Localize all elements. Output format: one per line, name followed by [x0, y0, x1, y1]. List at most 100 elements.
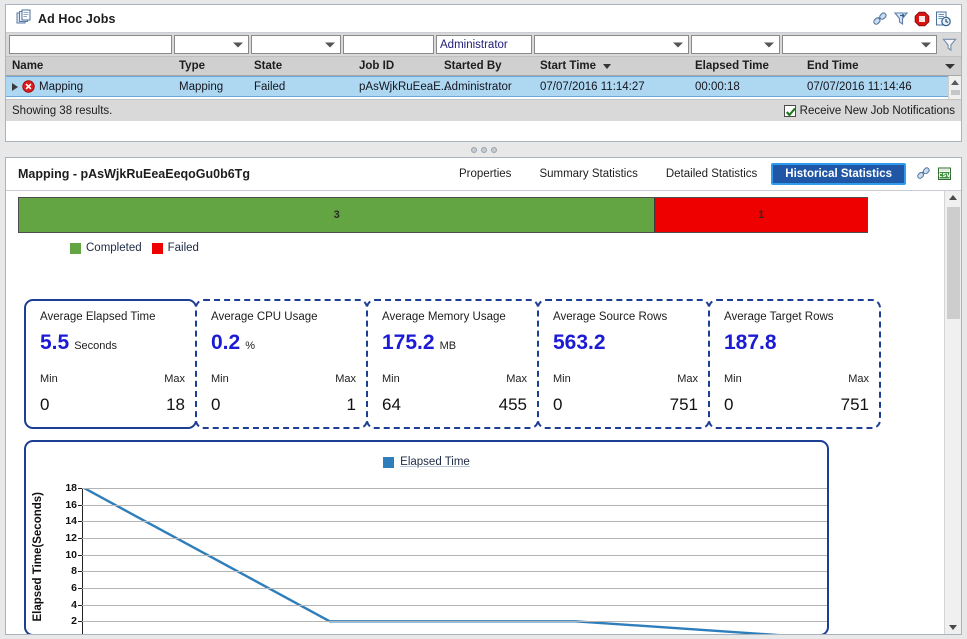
column-header-started-by[interactable]: Started By: [438, 57, 534, 75]
panel-titlebar: Ad Hoc Jobs: [6, 5, 961, 33]
filter-type-combo[interactable]: [174, 35, 249, 54]
funnel-icon[interactable]: [940, 35, 958, 55]
chevron-down-icon: [233, 42, 243, 47]
chart-y-tick-label: 2: [71, 615, 77, 627]
kpi-min-value: 0: [211, 395, 220, 415]
link-monitor-icon[interactable]: [872, 11, 888, 27]
cell-name: Mapping: [6, 77, 173, 96]
chart-series-elapsed-time: [82, 488, 827, 634]
cell-started-by: Administrator: [438, 77, 534, 96]
column-header-end-time[interactable]: End Time: [801, 57, 951, 75]
column-header-job-id[interactable]: Job ID: [353, 57, 438, 75]
kpi-max-value: 751: [841, 395, 869, 415]
kpi-max-value: 751: [670, 395, 698, 415]
kpi-value: 175.2: [382, 331, 435, 355]
chart-gridline: [82, 588, 827, 589]
splitter-dot: [491, 147, 497, 153]
panel-splitter[interactable]: [5, 143, 962, 157]
filter-row: [6, 33, 961, 57]
scrollbar-thumb[interactable]: [947, 207, 960, 319]
kpi-card-average-memory-usage[interactable]: Average Memory Usage 175.2 MB Min Max 64…: [366, 299, 539, 429]
column-header-type[interactable]: Type: [173, 57, 248, 75]
tab-historical-statistics[interactable]: Historical Statistics: [771, 163, 906, 185]
filter-apply-icon[interactable]: [893, 11, 909, 27]
grid-vertical-scrollbar[interactable]: [948, 76, 961, 99]
kpi-unit: %: [245, 340, 255, 352]
chevron-down-icon: [325, 42, 335, 47]
table-row[interactable]: Mapping Mapping Failed pAsWjkRuEeaE... A…: [6, 76, 961, 97]
kpi-card-average-elapsed-time[interactable]: Average Elapsed Time 5.5 Seconds Min Max…: [24, 299, 197, 429]
kpi-minmax-labels: Min Max: [40, 373, 185, 385]
grid-body: Mapping Mapping Failed pAsWjkRuEeaE... A…: [6, 76, 961, 99]
chart-legend: Elapsed Time: [26, 456, 827, 468]
bar-segment-failed[interactable]: 1: [654, 198, 867, 232]
legend-label-elapsed-time[interactable]: Elapsed Time: [400, 456, 470, 468]
expand-row-icon[interactable]: [12, 83, 18, 91]
job-history-icon[interactable]: [935, 11, 951, 27]
kpi-minmax-labels: Min Max: [211, 373, 356, 385]
kpi-value-group: 0.2 %: [211, 331, 352, 355]
filter-elapsed-combo[interactable]: [691, 35, 780, 54]
notify-checkbox[interactable]: [784, 105, 796, 117]
column-chooser-icon[interactable]: [945, 64, 955, 69]
kpi-unit: Seconds: [74, 340, 117, 352]
chart-y-tick-label: 14: [65, 515, 77, 527]
chart-y-tick-label: 18: [65, 482, 77, 494]
scroll-down-icon[interactable]: [949, 625, 957, 630]
stop-job-icon[interactable]: [914, 11, 930, 27]
filter-state-combo[interactable]: [251, 35, 341, 54]
chart-y-tickmark: [78, 605, 82, 606]
kpi-card-average-target-rows[interactable]: Average Target Rows 187.8 Min Max 0 751: [708, 299, 881, 429]
job-detail-panel: Mapping - pAsWjkRuEeaEeqoGu0b6Tg Propert…: [5, 157, 962, 635]
chart-y-tick-label: 10: [65, 549, 77, 561]
filter-jobid-input[interactable]: [343, 35, 434, 54]
kpi-title: Average CPU Usage: [211, 311, 352, 323]
cell-type: Mapping: [173, 77, 248, 96]
bar-segment-completed[interactable]: 3: [19, 198, 654, 232]
app-root: Ad Hoc Jobs: [0, 0, 967, 639]
panel-title-group: Ad Hoc Jobs: [10, 9, 116, 28]
chart-y-tickmark: [78, 588, 82, 589]
scroll-up-icon[interactable]: [951, 80, 959, 85]
tab-detailed-statistics[interactable]: Detailed Statistics: [652, 164, 771, 184]
legend-item-failed: Failed: [152, 242, 199, 254]
cell-state: Failed: [248, 77, 353, 96]
column-header-elapsed-time[interactable]: Elapsed Time: [689, 57, 801, 75]
kpi-value: 187.8: [724, 331, 777, 355]
notify-toggle-group[interactable]: Receive New Job Notifications: [784, 105, 955, 117]
export-csv-icon[interactable]: CSV: [937, 166, 953, 182]
chevron-down-icon: [673, 42, 683, 47]
filter-name-input[interactable]: [9, 35, 172, 54]
kpi-min-label: Min: [724, 373, 742, 385]
kpi-max-value: 455: [499, 395, 527, 415]
kpi-minmax-labels: Min Max: [724, 373, 869, 385]
column-header-name[interactable]: Name: [6, 57, 173, 75]
kpi-max-label: Max: [506, 373, 527, 385]
kpi-minmax-labels: Min Max: [382, 373, 527, 385]
kpi-card-average-cpu-usage[interactable]: Average CPU Usage 0.2 % Min Max 0 1: [195, 299, 368, 429]
filter-starttime-combo[interactable]: [534, 35, 689, 54]
splitter-dot: [481, 147, 487, 153]
column-header-start-time[interactable]: Start Time: [534, 57, 689, 75]
kpi-min-value: 0: [40, 395, 49, 415]
grid-header: Name Type State Job ID Started By Start …: [6, 57, 961, 76]
chart-y-tickmark: [78, 621, 82, 622]
detail-vertical-scrollbar[interactable]: [944, 191, 961, 634]
filter-startedby-input[interactable]: [436, 35, 532, 54]
kpi-max-label: Max: [848, 373, 869, 385]
kpi-minmax-values: 0 751: [724, 395, 869, 415]
kpi-min-value: 0: [553, 395, 562, 415]
column-header-state[interactable]: State: [248, 57, 353, 75]
results-count: Showing 38 results.: [12, 105, 112, 117]
filter-endtime-combo[interactable]: [782, 35, 937, 54]
kpi-max-value: 1: [347, 395, 356, 415]
kpi-card-average-source-rows[interactable]: Average Source Rows 563.2 Min Max 0 751: [537, 299, 710, 429]
scroll-up-icon[interactable]: [949, 195, 957, 200]
link-monitor-icon[interactable]: [916, 166, 932, 182]
tab-properties[interactable]: Properties: [445, 164, 525, 184]
scrollbar-thumb[interactable]: [951, 90, 960, 95]
chart-plot-area[interactable]: 024681012141618: [82, 488, 827, 634]
elapsed-time-chart-card: Elapsed Time Elapsed Time(Seconds) 02468…: [24, 440, 829, 634]
kpi-value-group: 5.5 Seconds: [40, 331, 181, 355]
tab-summary-statistics[interactable]: Summary Statistics: [525, 164, 651, 184]
